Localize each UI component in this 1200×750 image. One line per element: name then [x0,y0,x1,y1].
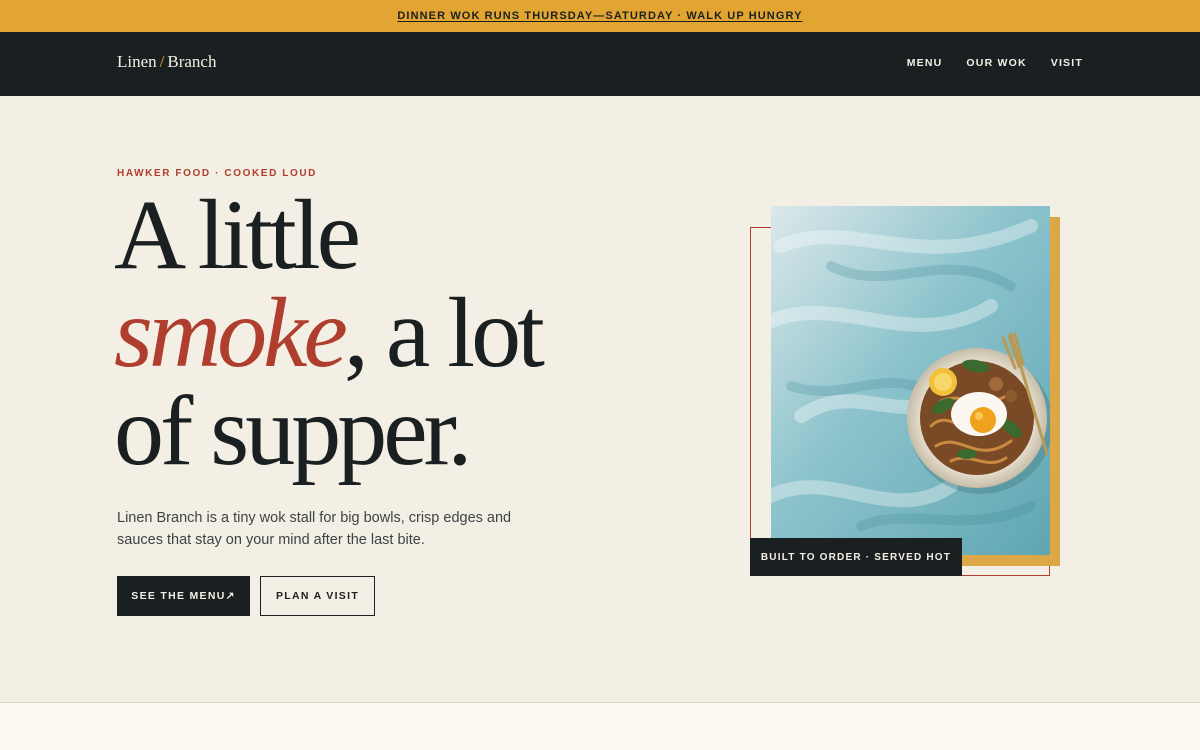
site-header: Linen / Branch MENU OUR WOK VISIT [0,32,1200,96]
announcement-link[interactable]: DINNER WOK RUNS THURSDAY—SATURDAY · WALK… [397,10,802,22]
headline-accent: smoke [114,277,348,388]
headline-line-1: A little [114,179,361,290]
announcement-bar: DINNER WOK RUNS THURSDAY—SATURDAY · WALK… [0,0,1200,32]
hero-eyebrow: HAWKER FOOD · COOKED LOUD [117,168,317,179]
logo-word-first: Linen [117,52,157,71]
nav-link-visit[interactable]: VISIT [1051,57,1083,69]
site-logo[interactable]: Linen / Branch [117,52,216,72]
primary-nav: MENU OUR WOK VISIT [907,57,1083,69]
next-section-edge [0,702,1200,750]
hero-food-photo [771,206,1050,555]
nav-link-our-wok[interactable]: OUR WOK [966,57,1026,69]
logo-slash: / [159,52,165,71]
plan-visit-button[interactable]: PLAN A VISIT [260,576,375,616]
nav-link-menu[interactable]: MENU [907,57,943,69]
see-menu-button[interactable]: SEE THE MENU↗ [117,576,250,616]
image-caption-badge: BUILT TO ORDER · SERVED HOT [750,538,962,576]
hero-description: Linen Branch is a tiny wok stall for big… [117,510,512,548]
logo-word-second: Branch [167,52,217,71]
hero-headline: A little smoke, a lot of supper. [114,185,634,481]
